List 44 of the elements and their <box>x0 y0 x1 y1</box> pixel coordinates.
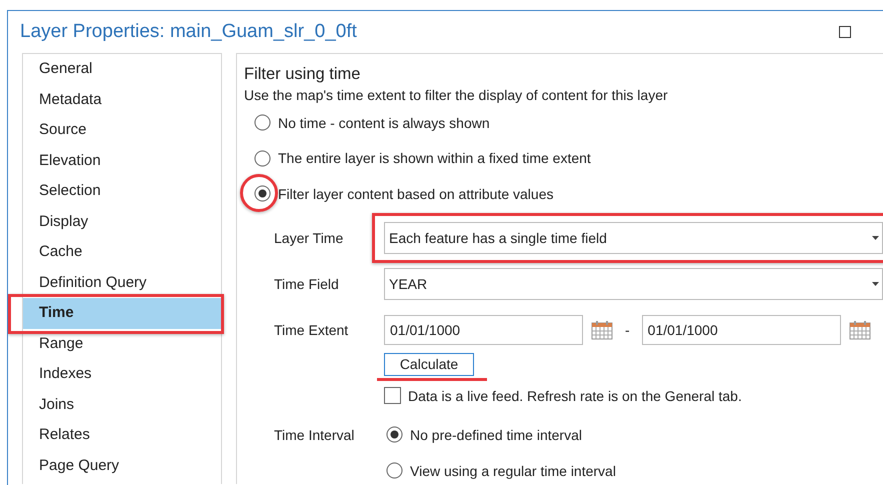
field-label: Time Field <box>274 276 340 292</box>
sidebar-item[interactable]: Time <box>23 298 221 328</box>
checkbox[interactable] <box>384 387 401 404</box>
sidebar-item[interactable]: Source <box>23 115 221 146</box>
radio-button[interactable] <box>386 426 403 443</box>
sidebar-item[interactable]: Relates <box>23 420 221 450</box>
radio-label[interactable]: View using a regular time interval <box>410 462 616 478</box>
sidebar-item[interactable]: Range <box>23 328 221 359</box>
sidebar-item[interactable]: Metadata <box>23 84 221 115</box>
caret-icon <box>872 236 879 240</box>
radio-button[interactable] <box>386 462 403 479</box>
range-separator: - <box>625 322 630 338</box>
calendar-icon[interactable] <box>848 320 871 340</box>
sidebar-item[interactable]: Indexes <box>23 359 221 390</box>
start-date-field[interactable]: 01/01/1000 <box>384 314 583 344</box>
maximize-icon[interactable] <box>839 26 851 38</box>
sidebar-item[interactable]: General <box>23 54 221 84</box>
section-description: Use the map's time extent to filter the display of content for this layer <box>244 86 669 105</box>
radio-label[interactable]: The entire layer is shown within a fixed time extent <box>278 150 591 166</box>
end-date-field[interactable]: 01/01/1000 <box>642 314 841 344</box>
sidebar-item[interactable]: Page Query <box>23 450 221 481</box>
checkbox-label: Data is a live feed. Refresh rate is on the General tab. <box>408 388 742 404</box>
sidebar-item[interactable]: Selection <box>23 176 221 206</box>
radio-label[interactable]: Filter layer content based on attribute values <box>278 186 554 202</box>
window-title: Layer Properties: main_Guam_slr_0_0ft <box>20 21 357 43</box>
section-heading: Filter using time <box>244 64 362 85</box>
calendar-icon[interactable] <box>591 320 613 340</box>
dropdown[interactable]: Each feature has a single time field <box>384 222 883 254</box>
field-label: Layer Time <box>274 230 344 246</box>
field-label: Time Interval <box>274 426 356 442</box>
dropdown[interactable]: YEAR <box>384 268 883 300</box>
radio-label[interactable]: No pre-defined time interval <box>410 426 582 442</box>
radio-button[interactable] <box>254 114 271 132</box>
sidebar-item[interactable]: Joins <box>23 390 221 420</box>
sidebar-item[interactable]: Display <box>23 206 221 237</box>
radio-button[interactable] <box>254 150 271 167</box>
radio-button[interactable] <box>254 185 271 202</box>
calculate-button[interactable]: Calculate <box>384 352 474 376</box>
sidebar-item[interactable]: Cache <box>23 237 221 268</box>
sidebar-item[interactable]: Definition Query <box>23 268 221 298</box>
radio-label[interactable]: No time - content is always shown <box>278 114 490 131</box>
sidebar-item[interactable]: Elevation <box>23 146 221 176</box>
caret-icon <box>872 282 879 286</box>
field-label: Time Extent <box>274 322 350 338</box>
